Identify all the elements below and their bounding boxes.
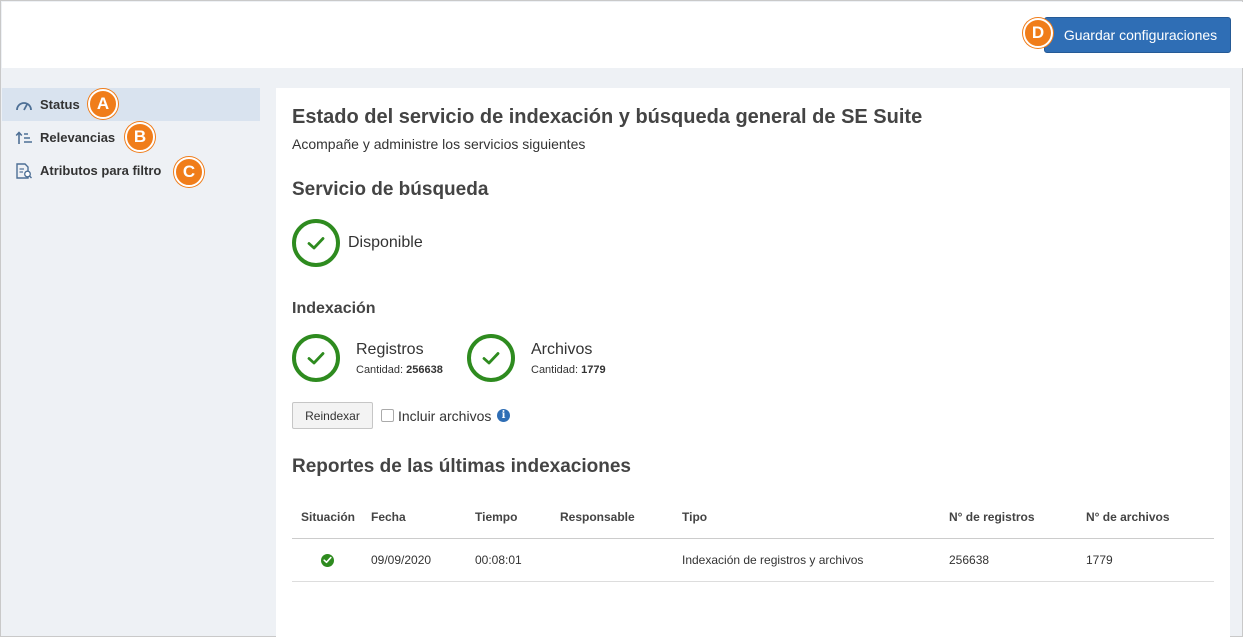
files-count: Cantidad: 1779	[531, 364, 606, 376]
row-status-cell	[321, 539, 334, 581]
column-header-responsable[interactable]: Responsable	[560, 495, 635, 538]
sidebar-item-label: Relevancias	[40, 130, 116, 145]
row-type-cell: Indexación de registros y archivos	[682, 553, 864, 567]
column-header-registros[interactable]: N° de registros	[949, 495, 1035, 538]
include-files-label: Incluir archivos	[398, 408, 492, 424]
column-header-archivos[interactable]: N° de archivos	[1086, 495, 1170, 538]
reports-table: Situación Fecha Tiempo Responsable Tipo …	[292, 495, 1214, 582]
sidebar-item-status[interactable]: Status	[2, 88, 260, 121]
search-status-check-icon	[292, 219, 340, 267]
main-panel: Estado del servicio de indexación y búsq…	[276, 88, 1230, 637]
row-files-cell: 1779	[1086, 553, 1113, 567]
files-label: Archivos	[531, 341, 593, 358]
row-time-cell: 00:08:01	[475, 553, 522, 567]
page-subtitle: Acompañe y administre los servicios sigu…	[292, 136, 586, 152]
records-check-icon	[292, 334, 340, 382]
records-count: Cantidad: 256638	[356, 364, 443, 376]
records-label: Registros	[356, 341, 424, 358]
row-date-cell: 09/09/2020	[371, 553, 432, 567]
callout-marker-a: A	[88, 89, 118, 119]
indexing-title: Indexación	[292, 300, 376, 317]
reports-title: Reportes de las últimas indexaciones	[292, 456, 631, 477]
document-filter-icon	[14, 162, 34, 179]
page-title: Estado del servicio de indexación y búsq…	[292, 106, 923, 128]
sort-icon	[14, 130, 34, 146]
sidebar-item-label: Status	[40, 97, 80, 112]
column-header-situacion[interactable]: Situación	[301, 495, 355, 538]
search-service-title: Servicio de búsqueda	[292, 179, 489, 200]
sidebar-item-label: Atributos para filtro	[40, 163, 162, 178]
gauge-icon	[14, 97, 34, 113]
column-header-tipo[interactable]: Tipo	[682, 495, 707, 538]
table-row[interactable]: 09/09/2020 00:08:01 Indexación de regist…	[292, 539, 1214, 582]
include-files-checkbox[interactable]	[381, 409, 394, 422]
save-configurations-button[interactable]: Guardar configuraciones	[1044, 17, 1231, 53]
callout-marker-d: D	[1023, 18, 1053, 48]
callout-marker-c: C	[174, 157, 204, 187]
save-button-label: Guardar configuraciones	[1063, 27, 1218, 43]
row-records-cell: 256638	[949, 553, 990, 567]
info-icon[interactable]: i	[497, 409, 510, 422]
success-check-icon	[321, 553, 334, 567]
search-status-label: Disponible	[348, 234, 423, 251]
files-check-icon	[467, 334, 515, 382]
table-header-row: Situación Fecha Tiempo Responsable Tipo …	[292, 495, 1214, 539]
reindex-button[interactable]: Reindexar	[292, 402, 373, 429]
callout-marker-b: B	[125, 122, 155, 152]
top-toolbar: Guardar configuraciones D	[2, 2, 1243, 68]
column-header-tiempo[interactable]: Tiempo	[475, 495, 517, 538]
column-header-fecha[interactable]: Fecha	[371, 495, 406, 538]
app-window: Guardar configuraciones D Status Relevan…	[0, 0, 1243, 637]
sidebar-item-atributos-para-filtro[interactable]: Atributos para filtro	[2, 154, 260, 187]
